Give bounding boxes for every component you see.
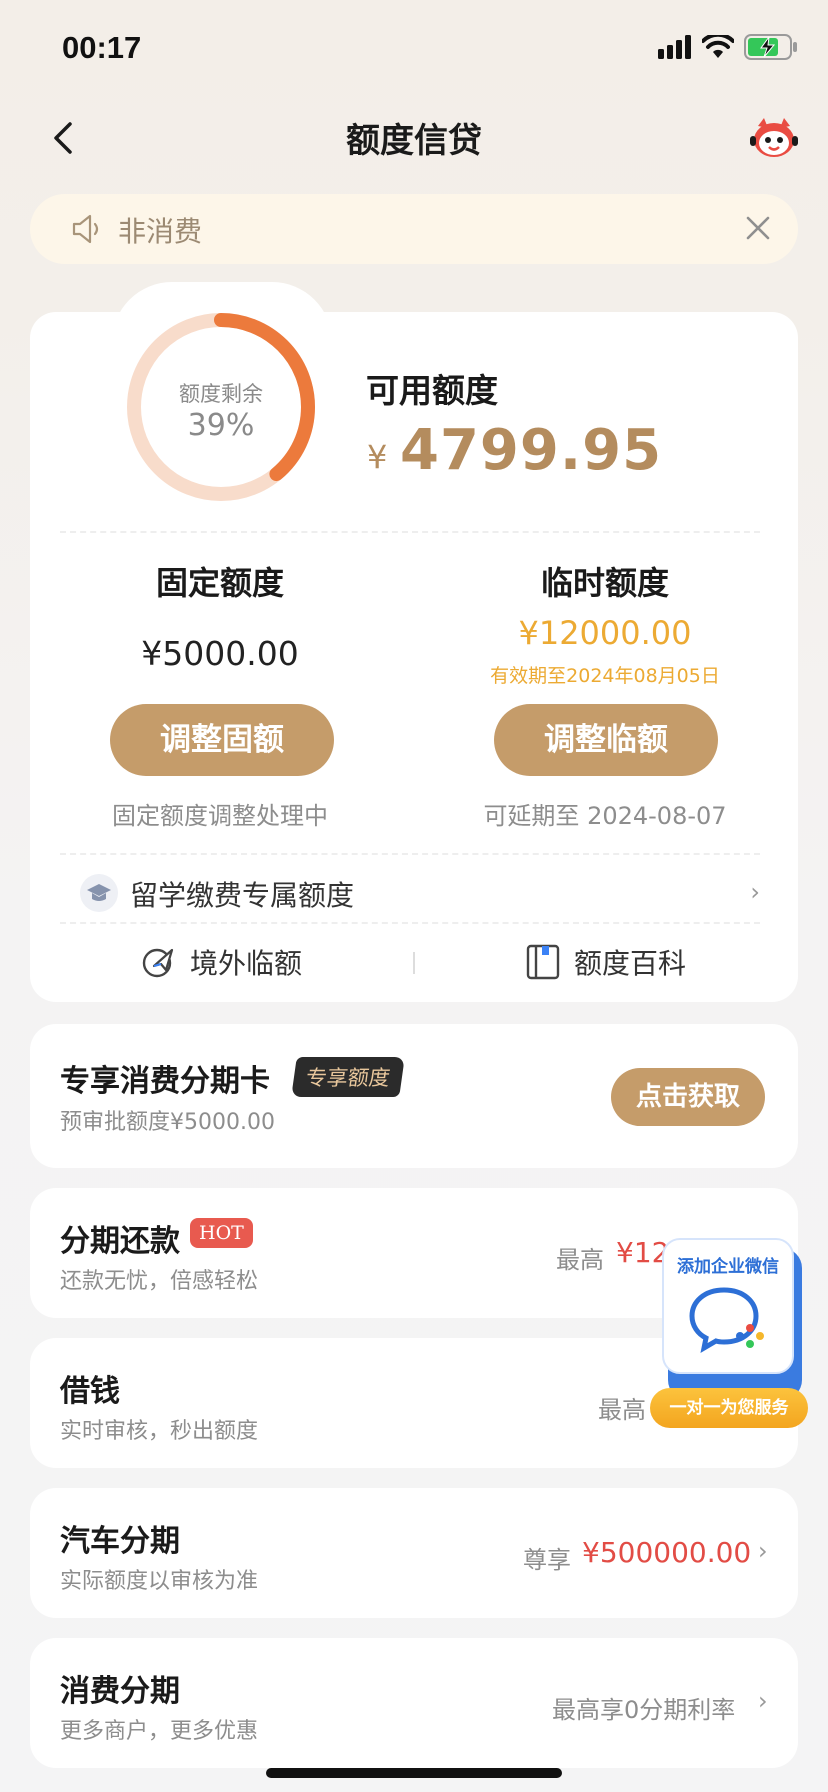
- encyclopedia-label: 额度百科: [574, 947, 687, 980]
- wifi-icon: [702, 35, 734, 58]
- chevron-right-icon: ›: [758, 1537, 768, 1565]
- temp-amount: ¥12000.00: [518, 614, 692, 652]
- installment-card-sub: 预审批额度¥5000.00: [60, 1110, 275, 1135]
- adjust-temp-button[interactable]: 调整临额: [494, 704, 718, 776]
- available-amount: 4799.95: [400, 418, 663, 483]
- battery-icon: [744, 34, 797, 60]
- widget-title: 添加企业微信: [677, 1257, 779, 1277]
- adjust-fixed-button[interactable]: 调整固额: [110, 704, 334, 776]
- installment-repay-right-label: 最高: [556, 1246, 604, 1274]
- signal-icon: [658, 35, 691, 59]
- temp-valid-date: 有效期至2024年08月05日: [490, 665, 720, 687]
- overseas-link[interactable]: 境外临额: [140, 940, 320, 986]
- wecom-chat-icon: [689, 1287, 764, 1353]
- ring-label: 额度剩余: [179, 382, 263, 406]
- study-abroad-label: 留学缴费专属额度: [130, 879, 355, 912]
- car-right-label: 尊享: [523, 1546, 571, 1574]
- chevron-right-icon: ›: [758, 1687, 768, 1715]
- close-icon[interactable]: [742, 212, 774, 244]
- book-icon: [526, 944, 560, 980]
- separator: [413, 952, 415, 974]
- status-time: 00:17: [62, 30, 142, 65]
- mascot-icon[interactable]: [750, 116, 798, 160]
- fixed-title: 固定额度: [155, 564, 284, 602]
- page-title: 额度信贷: [346, 121, 482, 161]
- graduation-cap-icon: [80, 874, 118, 912]
- temp-note: 可延期至 2024-08-07: [483, 802, 727, 830]
- installment-repay-sub: 还款无忧，倍感轻松: [60, 1269, 259, 1294]
- fixed-note: 固定额度调整处理中: [112, 802, 328, 830]
- car-sub: 实际额度以审核为准: [60, 1569, 259, 1594]
- divider: [60, 531, 760, 533]
- home-indicator: [266, 1768, 562, 1778]
- borrow-sub: 实时审核，秒出额度: [60, 1419, 259, 1444]
- available-currency: ¥: [367, 438, 388, 476]
- divider: [60, 853, 760, 855]
- divider: [60, 922, 760, 924]
- get-button[interactable]: 点击获取: [611, 1068, 765, 1126]
- plane-globe-icon: [142, 948, 174, 978]
- overseas-label: 境外临额: [190, 947, 303, 980]
- wecom-float-widget[interactable]: 添加企业微信 一对一为您服务: [650, 1238, 808, 1428]
- consumer-title: 消费分期: [60, 1674, 180, 1709]
- car-title: 汽车分期: [60, 1524, 180, 1559]
- fixed-amount: ¥5000.00: [141, 634, 299, 673]
- ring-percent: 39%: [187, 408, 255, 443]
- car-right-value: ¥500000.00: [582, 1536, 752, 1569]
- consumer-right-label: 最高享0分期利率: [552, 1696, 736, 1724]
- hot-badge: HOT: [190, 1218, 253, 1248]
- available-label: 可用额度: [366, 371, 498, 410]
- chevron-right-icon: ›: [750, 878, 760, 906]
- speaker-icon: [72, 214, 99, 244]
- consumer-sub: 更多商户，更多优惠: [60, 1719, 259, 1744]
- widget-body: 添加企业微信: [662, 1238, 794, 1374]
- installment-card-title: 专享消费分期卡: [60, 1064, 270, 1099]
- temp-title: 临时额度: [540, 564, 669, 602]
- exclusive-badge: 专享额度: [291, 1057, 405, 1097]
- installment-repay-title: 分期还款: [60, 1224, 180, 1259]
- status-icons: [658, 34, 798, 60]
- widget-tag: 一对一为您服务: [650, 1388, 808, 1428]
- notice-bar[interactable]: 非消费: [30, 194, 798, 264]
- borrow-title: 借钱: [60, 1374, 120, 1409]
- encyclopedia-link[interactable]: 额度百科: [526, 940, 706, 986]
- notice-text: 非消费: [118, 215, 203, 248]
- borrow-right-label: 最高: [598, 1396, 646, 1424]
